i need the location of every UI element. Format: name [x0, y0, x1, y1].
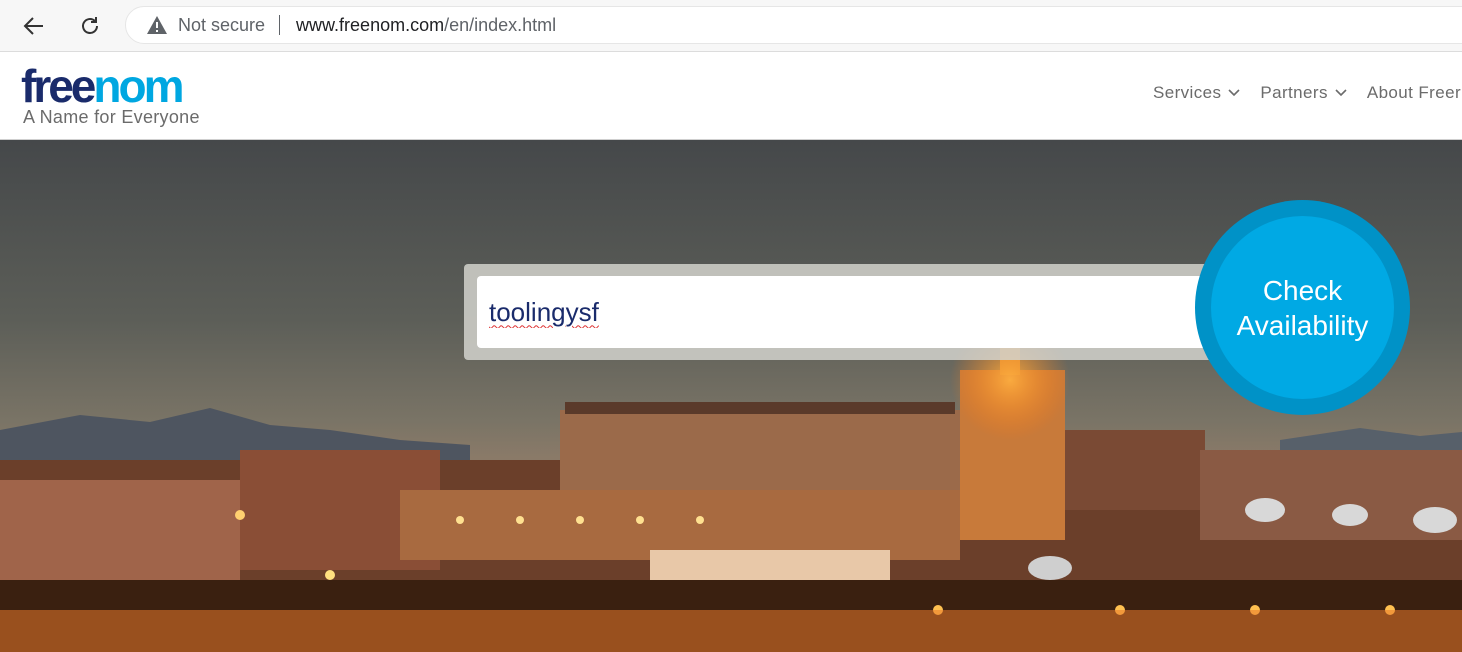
- url-path: /en/index.html: [444, 14, 557, 35]
- check-label-line1: Check: [1262, 274, 1343, 306]
- nav-label-about: About Freer: [1366, 83, 1462, 102]
- nav-item-services[interactable]: Services: [1153, 83, 1240, 103]
- freenom-logo[interactable]: freenom: [21, 60, 185, 112]
- domain-search-box: [464, 264, 1224, 360]
- logo-free: free: [21, 60, 96, 112]
- hero-section: Check Availability: [0, 140, 1462, 652]
- back-arrow-icon: [23, 17, 43, 35]
- domain-search-input[interactable]: [477, 276, 1212, 348]
- nav-item-partners[interactable]: Partners: [1260, 83, 1347, 103]
- nav-item-about[interactable]: About Freer: [1367, 83, 1461, 103]
- back-button[interactable]: [17, 9, 51, 43]
- main-nav: Services Partners About Freer: [1153, 83, 1462, 103]
- warning-icon[interactable]: [146, 15, 168, 35]
- nav-label-services: Services: [1153, 83, 1222, 102]
- reload-button[interactable]: [73, 9, 107, 43]
- reload-icon: [82, 17, 98, 34]
- check-label-line2: Availability: [1236, 309, 1369, 341]
- url-text[interactable]: www.freenom.com/en/index.html: [296, 15, 556, 36]
- tagline: A Name for Everyone: [23, 107, 200, 127]
- url-host: www.freenom.com: [296, 14, 445, 35]
- browser-toolbar: Not secure www.freenom.com/en/index.html: [0, 0, 1462, 52]
- address-bar[interactable]: Not secure www.freenom.com/en/index.html: [125, 6, 1462, 44]
- site-header: freenom A Name for Everyone Services Par…: [0, 52, 1462, 140]
- chevron-down-icon: [1228, 89, 1240, 97]
- not-secure-label[interactable]: Not secure: [178, 15, 265, 36]
- address-separator: [279, 15, 281, 35]
- logo-nom: nom: [93, 60, 184, 112]
- check-availability-button[interactable]: Check Availability: [1195, 200, 1410, 415]
- nav-label-partners: Partners: [1260, 83, 1328, 102]
- chevron-down-icon: [1335, 89, 1347, 97]
- check-availability-inner: Check Availability: [1211, 216, 1394, 399]
